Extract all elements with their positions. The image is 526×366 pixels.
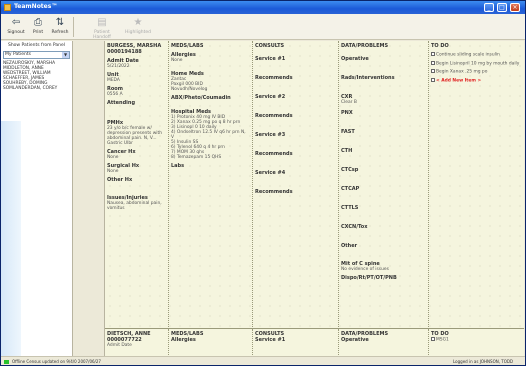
checkbox[interactable] <box>431 77 435 82</box>
issues-value[interactable]: Nausea, abdominal pain, vomitus <box>107 201 166 211</box>
refresh-icon: ⇅ <box>55 17 65 28</box>
patient-info-column: BURGESS, MARSHA 0000194188 Admit Date 5/… <box>105 41 169 327</box>
toolbar: ⇦ Signout ⎙ Print ⇅ Refresh ▤ Patient Ha… <box>1 14 525 40</box>
todo-item[interactable]: Continue sliding scale insulin <box>431 52 523 58</box>
print-icon: ⎙ <box>34 17 42 28</box>
patient-row-2: DIETSCH, ANNE 0000077722 Admit Date MEDS… <box>105 328 524 356</box>
recommends-label[interactable]: Recommends <box>255 151 336 157</box>
add-new-item[interactable]: < Add New Item > <box>431 77 523 83</box>
online-status-icon <box>4 360 9 364</box>
status-text: Offline Census updated on 9/4/0 2007/06/… <box>12 359 101 364</box>
data-problems-column: DATA/PROBLEMS Operative Rads/Interventio… <box>339 41 429 327</box>
consults-header: CONSULTS <box>255 43 285 49</box>
star-icon: ★ <box>133 17 143 28</box>
checkbox[interactable] <box>431 60 435 65</box>
app-window: TeamNotes™ _ □ × ⇦ Signout ⎙ Print ⇅ Ref… <box>0 0 526 366</box>
patient2-info: DIETSCH, ANNE 0000077722 Admit Date <box>105 329 169 356</box>
data-header: DATA/PROBLEMS <box>341 43 389 49</box>
patient-handoff-button[interactable]: ▤ Patient Handoff <box>85 16 119 40</box>
maximize-button[interactable]: □ <box>497 3 507 12</box>
panel-header: Show Patients from Panel <box>7 43 66 48</box>
signout-button[interactable]: ⇦ Signout <box>5 16 27 38</box>
recommends-label[interactable]: Recommends <box>255 75 336 81</box>
patient-list: NEZAUROSKIY, MARSHA MIDDLETON, ANNE WEDS… <box>3 61 70 91</box>
print-button[interactable]: ⎙ Print <box>27 16 49 38</box>
allergies-value[interactable]: None <box>171 58 250 63</box>
handoff-icon: ▤ <box>97 17 107 28</box>
home-med[interactable]: Novudh/Novelog <box>171 87 250 92</box>
recommends-label[interactable]: Recommends <box>255 113 336 119</box>
room-value[interactable]: 0556 A <box>107 92 166 97</box>
highlighted-button[interactable]: ★ Highlighted <box>123 16 153 38</box>
title-bar: TeamNotes™ _ □ × <box>1 1 525 14</box>
cancer-value[interactable]: None <box>107 155 166 160</box>
signout-icon: ⇦ <box>11 17 21 28</box>
meds-header: MEDS/LABS <box>171 43 204 49</box>
close-button[interactable]: × <box>510 3 520 12</box>
unit-value[interactable]: MEDA <box>107 78 166 83</box>
logged-in-text: Logged in as JOHNSON, TODD <box>453 359 513 364</box>
panel-select[interactable]: My Patients ▼ <box>3 51 70 59</box>
checkbox[interactable] <box>431 52 435 56</box>
meds-labs-column: MEDS/LABS Allergies None Home Meds Zanta… <box>169 41 253 327</box>
app-icon <box>4 4 11 11</box>
patient2-todo: TO DO MSG1 <box>429 329 524 356</box>
surgical-value[interactable]: None <box>107 169 166 174</box>
status-bar: Offline Census updated on 9/4/0 2007/06/… <box>1 356 525 365</box>
window-title: TeamNotes™ <box>14 3 58 10</box>
checkbox[interactable] <box>431 337 435 341</box>
minimize-button[interactable]: _ <box>484 3 494 12</box>
service-label[interactable]: Service #3 <box>255 132 336 138</box>
admit-date[interactable]: 5/21/2022 <box>107 64 166 69</box>
patient-mrn: 0000194188 <box>107 49 142 55</box>
pmhx-value[interactable]: 23 y/o b/c female w/ depression presents… <box>107 126 166 146</box>
hospital-med[interactable]: 4) Ondseltron 12.5 IV q6 hr prn N, V <box>171 130 250 140</box>
list-item[interactable]: SOMLANDERDAN, COREY <box>3 86 70 91</box>
consults-column: CONSULTS Service #1 Recommends Service #… <box>253 41 339 327</box>
patient2-consults: CONSULTS Service #1 <box>253 329 339 356</box>
refresh-button[interactable]: ⇅ Refresh <box>49 16 71 38</box>
todo-item[interactable]: MSG1 <box>431 337 523 343</box>
service-label[interactable]: Service #1 <box>255 56 336 62</box>
spine-value[interactable]: No evidence of issues <box>341 267 426 272</box>
toolbar-separator <box>73 17 74 37</box>
patient2-data: DATA/PROBLEMS Operative <box>339 329 429 356</box>
todo-item[interactable]: Begin Lisinopril 10 mg by mouth daily <box>431 60 523 66</box>
patient2-meds: MEDS/LABS Allergies <box>169 329 253 356</box>
cxr-value[interactable]: Clear B <box>341 100 426 105</box>
todo-header: TO DO <box>431 43 449 49</box>
recommends-label[interactable]: Recommends <box>255 189 336 195</box>
chevron-down-icon[interactable]: ▼ <box>62 52 69 58</box>
service-label[interactable]: Service #4 <box>255 170 336 176</box>
todo-item[interactable]: Begin Xanax .25 mg po <box>431 69 523 75</box>
service-label[interactable]: Service #2 <box>255 94 336 100</box>
decorative-stripe <box>1 121 21 356</box>
checkbox[interactable] <box>431 69 435 73</box>
census-grid: BURGESS, MARSHA 0000194188 Admit Date 5/… <box>104 41 524 356</box>
hospital-med[interactable]: 8) Temazepam 15 QHS <box>171 155 250 160</box>
todo-column: TO DO Continue sliding scale insulin Beg… <box>429 41 524 327</box>
